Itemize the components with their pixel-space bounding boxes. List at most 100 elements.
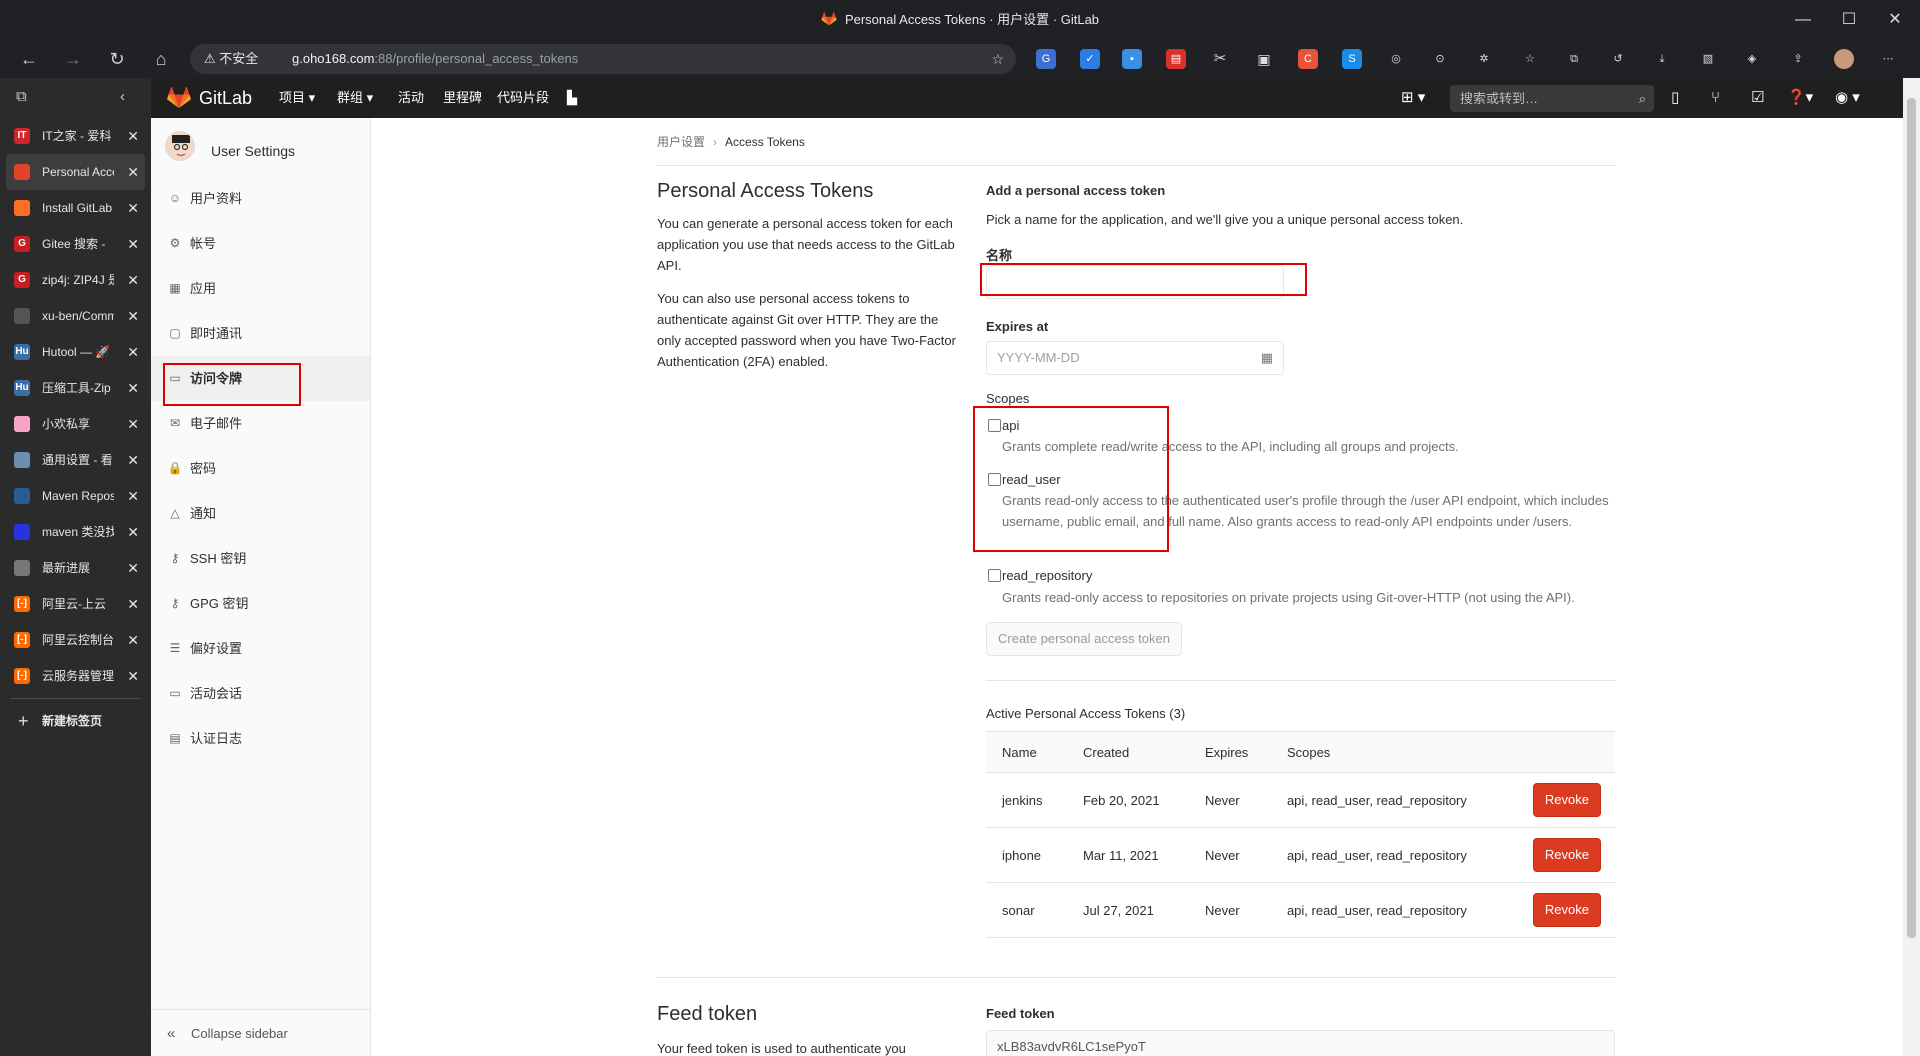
browser-tab[interactable]: Install GitLab ✕: [6, 190, 145, 226]
nav-projects[interactable]: 项目 ▾: [279, 78, 315, 118]
tab-actions-icon[interactable]: ⧉: [16, 88, 27, 105]
maximize-button[interactable]: ☐: [1826, 0, 1872, 40]
scope-name[interactable]: read_repository: [1002, 568, 1092, 583]
scope-read-repository-checkbox[interactable]: [988, 569, 1001, 582]
nav-activity[interactable]: 活动: [398, 78, 424, 118]
nav-snippets[interactable]: 代码片段: [497, 78, 549, 118]
calendar-icon[interactable]: ▦: [1261, 342, 1273, 374]
browser-tab[interactable]: IT IT之家 - 爱科 ✕: [6, 118, 145, 154]
revoke-button[interactable]: Revoke: [1532, 783, 1601, 817]
sidebar-context-header[interactable]: User Settings: [151, 118, 370, 176]
close-tab-icon[interactable]: ✕: [127, 298, 139, 334]
close-tab-icon[interactable]: ✕: [127, 370, 139, 406]
close-tab-icon[interactable]: ✕: [127, 514, 139, 550]
close-tab-icon[interactable]: ✕: [127, 622, 139, 658]
create-token-button[interactable]: Create personal access token: [986, 622, 1182, 656]
url-text[interactable]: g.oho168.com:88/profile/personal_access_…: [292, 44, 578, 74]
chart-icon[interactable]: ▙: [567, 78, 577, 118]
sidebar-item[interactable]: ☰ 偏好设置: [151, 626, 370, 671]
todos-icon[interactable]: ☑: [1751, 78, 1764, 118]
collapse-sidebar-button[interactable]: « Collapse sidebar: [151, 1009, 370, 1056]
sidebar-item[interactable]: ✉ 电子邮件: [151, 401, 370, 446]
minimize-button[interactable]: —: [1780, 0, 1826, 40]
sidebar-item[interactable]: ☺ 用户资料: [151, 176, 370, 221]
gitlab-brand[interactable]: GitLab: [199, 78, 252, 118]
merge-requests-icon[interactable]: ⑂: [1711, 78, 1720, 118]
share-icon[interactable]: ⇪: [1788, 49, 1808, 69]
sidebar-item[interactable]: ▦ 应用: [151, 266, 370, 311]
browser-tab[interactable]: Maven Reposi ✕: [6, 478, 145, 514]
more-menu-icon[interactable]: ⋯: [1878, 49, 1898, 69]
extension-icon[interactable]: ▪: [1122, 49, 1142, 69]
issues-icon[interactable]: ▯: [1671, 78, 1679, 118]
extension-icon[interactable]: ▧: [1698, 49, 1718, 69]
extension-icon[interactable]: ✓: [1080, 49, 1100, 69]
page-scrollbar[interactable]: [1903, 78, 1920, 1056]
close-tab-icon[interactable]: ✕: [127, 154, 139, 190]
new-tab-button[interactable]: + 新建标签页: [6, 703, 145, 739]
scissors-icon[interactable]: ✂: [1210, 49, 1230, 69]
browser-tab[interactable]: G Gitee 搜索 - ✕: [6, 226, 145, 262]
nav-milestones[interactable]: 里程碑: [443, 78, 482, 118]
scrollbar-thumb[interactable]: [1907, 98, 1916, 938]
revoke-button[interactable]: Revoke: [1532, 838, 1601, 872]
breadcrumb-current[interactable]: Access Tokens: [725, 135, 805, 149]
extension-icon[interactable]: ▤: [1166, 49, 1186, 69]
close-tab-icon[interactable]: ✕: [127, 658, 139, 694]
close-tab-icon[interactable]: ✕: [127, 226, 139, 262]
user-avatar[interactable]: ◉ ▾: [1835, 78, 1860, 118]
sidebar-item[interactable]: ⚙ 帐号: [151, 221, 370, 266]
close-window-button[interactable]: ✕: [1872, 0, 1918, 40]
browser-tab[interactable]: 小欢私享 ✕: [6, 406, 145, 442]
close-tab-icon[interactable]: ✕: [127, 550, 139, 586]
browser-tab[interactable]: maven 类没找 ✕: [6, 514, 145, 550]
close-tab-icon[interactable]: ✕: [127, 442, 139, 478]
sidebar-item[interactable]: ⚷ GPG 密钥: [151, 581, 370, 626]
help-icon[interactable]: ❓▾: [1787, 78, 1813, 118]
browser-tab[interactable]: Hu Hutool — 🚀 ✕: [6, 334, 145, 370]
close-tab-icon[interactable]: ✕: [127, 118, 139, 154]
close-tab-icon[interactable]: ✕: [127, 262, 139, 298]
feed-token-input[interactable]: xLB83avdvR6LC1sePyoT: [986, 1030, 1615, 1056]
revoke-button[interactable]: Revoke: [1532, 893, 1601, 927]
puzzle-icon[interactable]: ✲: [1474, 49, 1494, 69]
new-item-dropdown[interactable]: ⊞ ▾: [1401, 78, 1425, 118]
sidebar-item[interactable]: ▤ 认证日志: [151, 716, 370, 761]
browser-tab[interactable]: [-] 阿里云控制台 ✕: [6, 622, 145, 658]
browser-tab[interactable]: 通用设置 - 看 ✕: [6, 442, 145, 478]
sidebar-item[interactable]: 🔒 密码: [151, 446, 370, 491]
browser-tab[interactable]: Gzip4j: ZIP4J 是 ✕: [6, 262, 145, 298]
history-icon[interactable]: ↺: [1608, 49, 1628, 69]
extension-icon[interactable]: S: [1342, 49, 1362, 69]
extension-icon[interactable]: C: [1298, 49, 1318, 69]
close-tab-icon[interactable]: ✕: [127, 406, 139, 442]
sidebar-item[interactable]: ▭ 活动会话: [151, 671, 370, 716]
back-button[interactable]: ←: [12, 40, 46, 78]
collapse-tabs-icon[interactable]: ‹: [120, 88, 125, 105]
extension-icon[interactable]: ▣: [1254, 49, 1274, 69]
expires-date-input[interactable]: YYYY-MM-DD ▦: [986, 341, 1284, 375]
sidebar-item[interactable]: ▢ 即时通讯: [151, 311, 370, 356]
forward-button[interactable]: →: [56, 40, 90, 78]
browser-tab[interactable]: Hu 压缩工具-Zip ✕: [6, 370, 145, 406]
sidebar-item[interactable]: ⚷ SSH 密钥: [151, 536, 370, 581]
collections-icon[interactable]: ⧉: [1564, 49, 1584, 69]
translate-extension-icon[interactable]: G: [1036, 49, 1056, 69]
sidebar-item[interactable]: △ 通知: [151, 491, 370, 536]
url-bar[interactable]: ⚠ 不安全 g.oho168.com:88/profile/personal_a…: [190, 44, 1016, 74]
security-warning[interactable]: ⚠ 不安全: [204, 44, 258, 74]
close-tab-icon[interactable]: ✕: [127, 478, 139, 514]
close-tab-icon[interactable]: ✕: [127, 334, 139, 370]
search-input[interactable]: 搜索或转到… ⌕: [1450, 85, 1654, 112]
close-tab-icon[interactable]: ✕: [127, 190, 139, 226]
add-favorite-icon[interactable]: ☆: [991, 44, 1004, 74]
browser-tab[interactable]: Personal Access ✕: [6, 154, 145, 190]
browser-tab[interactable]: 最新进展 ✕: [6, 550, 145, 586]
extension-icon[interactable]: ⊙: [1430, 49, 1450, 69]
reload-button[interactable]: ↻: [100, 40, 134, 78]
favorites-icon[interactable]: ☆: [1520, 49, 1540, 69]
profile-avatar[interactable]: [1834, 49, 1854, 69]
home-button[interactable]: ⌂: [144, 40, 178, 78]
extension-icon[interactable]: ◎: [1386, 49, 1406, 69]
gitlab-logo-icon[interactable]: [167, 87, 191, 109]
